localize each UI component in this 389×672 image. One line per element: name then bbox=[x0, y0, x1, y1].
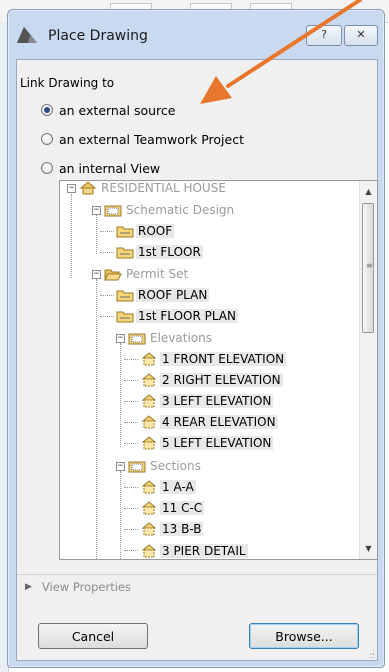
tree-node-3-left-elevation[interactable]: 3 LEFT ELEVATION bbox=[140, 392, 274, 410]
close-button[interactable]: ✕ bbox=[344, 25, 378, 46]
elevation-icon bbox=[141, 436, 157, 450]
tree-node-label: 13 B-B bbox=[160, 522, 204, 536]
elevation-icon bbox=[141, 373, 157, 387]
radio-label: an external Teamwork Project bbox=[59, 131, 244, 147]
title-bar[interactable]: Place Drawing ? ✕ bbox=[8, 10, 384, 56]
folder-icon bbox=[116, 311, 134, 323]
tree-node-label: 1st FLOOR bbox=[136, 245, 203, 259]
tree-node-roof[interactable]: ROOF bbox=[116, 222, 175, 240]
tree-node-roof-plan[interactable]: ROOF PLAN bbox=[116, 286, 210, 304]
tree-node-elevations[interactable]: − Elevations bbox=[116, 329, 214, 347]
collapse-icon[interactable]: − bbox=[67, 183, 76, 193]
radio-external-source[interactable]: an external source bbox=[41, 101, 175, 119]
tree-node-11-c-c[interactable]: 11 C-C bbox=[140, 499, 205, 517]
tree-scrollbar[interactable]: ▲ ≡ ▼ bbox=[359, 181, 377, 559]
tree-node-5-left-elevation[interactable]: 5 LEFT ELEVATION bbox=[140, 434, 274, 452]
link-drawing-label: Link Drawing to bbox=[20, 76, 115, 90]
tree-node-2-right-elevation[interactable]: 2 RIGHT ELEVATION bbox=[140, 371, 283, 389]
radio-button[interactable] bbox=[41, 162, 53, 174]
open-folder-icon bbox=[104, 269, 122, 281]
tree-node-label: Permit Set bbox=[126, 267, 189, 281]
tree-node-sections[interactable]: − Sections bbox=[116, 457, 203, 475]
dialog-title: Place Drawing bbox=[48, 28, 148, 44]
tree-node-label: Elevations bbox=[150, 331, 212, 345]
collapse-icon[interactable]: − bbox=[116, 461, 125, 471]
browse-button[interactable]: Browse... bbox=[249, 623, 359, 649]
section-group-icon bbox=[128, 461, 146, 473]
elevation-icon bbox=[141, 394, 157, 408]
expand-arrow-icon: ▶ bbox=[25, 582, 32, 592]
collapse-icon[interactable]: − bbox=[116, 333, 125, 343]
folder-set-icon bbox=[104, 205, 122, 217]
dialog-content: Link Drawing to an external source an ex… bbox=[16, 59, 378, 661]
resize-grip-icon[interactable]: .::: bbox=[370, 648, 375, 660]
tree-node-label: 5 LEFT ELEVATION bbox=[160, 436, 274, 450]
divider bbox=[17, 574, 377, 575]
radio-internal-view[interactable]: an internal View bbox=[41, 159, 160, 177]
view-properties-label: View Properties bbox=[41, 580, 131, 594]
view-properties-toggle[interactable]: ▶ View Properties bbox=[25, 580, 131, 594]
tree-node-label: Schematic Design bbox=[126, 203, 235, 217]
radio-button[interactable] bbox=[41, 133, 53, 145]
tree-node-label: RESIDENTIAL HOUSE bbox=[101, 181, 226, 195]
cancel-button[interactable]: Cancel bbox=[38, 623, 148, 649]
tree-node-label: ROOF PLAN bbox=[136, 288, 210, 302]
project-icon bbox=[79, 181, 97, 195]
section-icon bbox=[141, 501, 157, 515]
radio-button-checked[interactable] bbox=[41, 104, 53, 116]
tree-node-schematic-design[interactable]: − Schematic Design bbox=[92, 201, 236, 219]
help-button[interactable]: ? bbox=[306, 25, 342, 46]
tree-node-3-pier-detail[interactable]: 3 PIER DETAIL bbox=[140, 542, 248, 559]
tree-node-label: 3 LEFT ELEVATION bbox=[160, 394, 274, 408]
tree-node-permit-set[interactable]: − Permit Set bbox=[92, 265, 190, 283]
tree-node-1-a-a[interactable]: 1 A-A bbox=[140, 478, 196, 496]
tree-node-label: 11 C-C bbox=[160, 501, 205, 515]
place-drawing-dialog: Place Drawing ? ✕ Link Drawing to an ext… bbox=[7, 9, 385, 668]
tree-node-label: Sections bbox=[150, 459, 201, 473]
radio-label: an external source bbox=[59, 102, 176, 118]
folder-icon bbox=[116, 226, 134, 238]
folder-icon bbox=[116, 290, 134, 302]
tree-node-residential-house[interactable]: − RESIDENTIAL HOUSE bbox=[67, 181, 228, 197]
tree-node-4-rear-elevation[interactable]: 4 REAR ELEVATION bbox=[140, 413, 278, 431]
tree-node-1st-floor[interactable]: 1st FLOOR bbox=[116, 243, 203, 261]
section-icon bbox=[141, 480, 157, 494]
elevation-icon bbox=[141, 352, 157, 366]
section-icon bbox=[141, 522, 157, 536]
tree-node-1st-floor-plan[interactable]: 1st FLOOR PLAN bbox=[116, 307, 238, 325]
tree-node-label: 1st FLOOR PLAN bbox=[136, 309, 238, 323]
tree-node-label: 4 REAR ELEVATION bbox=[160, 415, 278, 429]
tree-node-label: ROOF bbox=[136, 224, 175, 238]
scrollbar-thumb[interactable]: ≡ bbox=[362, 203, 374, 333]
section-icon bbox=[141, 544, 157, 558]
tree-node-label: 3 PIER DETAIL bbox=[160, 544, 248, 558]
elevation-icon bbox=[141, 415, 157, 429]
collapse-icon[interactable]: − bbox=[92, 205, 101, 215]
collapse-icon[interactable]: − bbox=[92, 269, 101, 279]
radio-external-teamwork[interactable]: an external Teamwork Project bbox=[41, 130, 244, 148]
grip-icon: ≡ bbox=[366, 261, 373, 270]
app-logo-icon bbox=[17, 27, 37, 43]
elevation-group-icon bbox=[128, 333, 146, 345]
tree-node-label: 1 A-A bbox=[160, 480, 196, 494]
scroll-down-icon[interactable]: ▼ bbox=[360, 540, 377, 557]
view-tree[interactable]: − RESIDENTIAL HOUSE − Schematic Design R… bbox=[59, 180, 378, 560]
folder-icon bbox=[116, 247, 134, 259]
tree-node-label: 1 FRONT ELEVATION bbox=[160, 352, 287, 366]
scroll-up-icon[interactable]: ▲ bbox=[360, 183, 377, 200]
tree-node-label: 2 RIGHT ELEVATION bbox=[160, 373, 283, 387]
radio-label: an internal View bbox=[59, 160, 161, 176]
tree-node-1-front-elevation[interactable]: 1 FRONT ELEVATION bbox=[140, 350, 287, 368]
tree-node-13-b-b[interactable]: 13 B-B bbox=[140, 520, 204, 538]
